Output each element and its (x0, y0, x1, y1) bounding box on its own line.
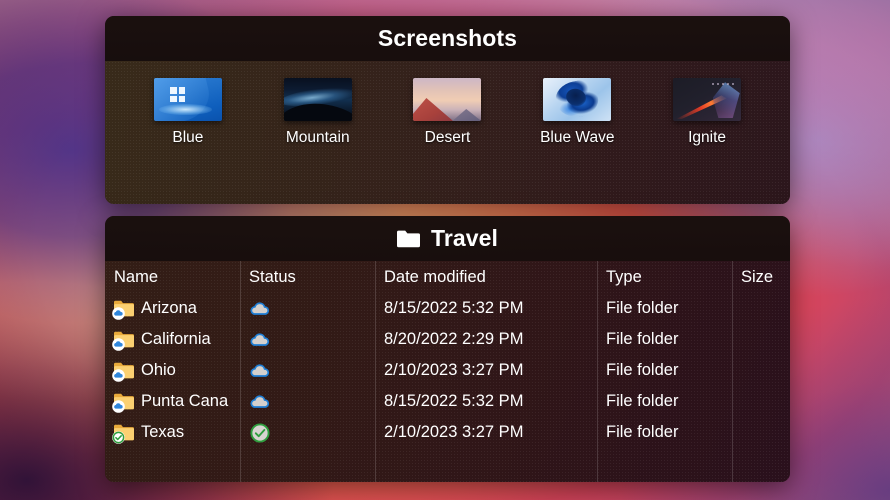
file-name-text: Ohio (141, 361, 176, 379)
thumbnail-item-ignite[interactable]: Ignite (642, 78, 772, 204)
file-name-text: California (141, 330, 211, 348)
file-name-text: Texas (141, 423, 185, 441)
column-header-status[interactable]: Status (240, 261, 375, 293)
table-row[interactable]: Ohio 2/10/2023 3:27 PM File folder (105, 355, 790, 386)
file-list-container: Name Status Date modified Type Size Ariz… (105, 261, 790, 482)
thumbnail-label: Blue Wave (540, 129, 615, 146)
cell-status (240, 386, 375, 417)
cloud-icon (249, 329, 271, 351)
thumbnail-row: Blue Mountain Desert Blue Wave Ignite (105, 61, 790, 204)
travel-panel-title: Travel (105, 216, 790, 261)
cell-date-modified: 2/10/2023 3:27 PM (384, 361, 524, 379)
cell-date-modified: 2/10/2023 3:27 PM (384, 423, 524, 441)
cell-size (732, 417, 790, 448)
blue-thumbnail-image[interactable] (153, 78, 222, 121)
green-check-icon (249, 422, 271, 444)
cell-type: File folder (606, 361, 679, 379)
table-row[interactable]: California 8/20/2022 2:29 PM File folder (105, 324, 790, 355)
screenshots-panel-title: Screenshots (105, 16, 790, 61)
check-badge-icon (112, 431, 125, 444)
thumbnail-item-mountain[interactable]: Mountain (253, 78, 383, 204)
column-header-type[interactable]: Type (597, 261, 732, 293)
column-header-date-modified[interactable]: Date modified (375, 261, 597, 293)
cell-type: File folder (606, 299, 679, 317)
cloud-icon (249, 360, 271, 382)
cloud-badge-icon (112, 338, 125, 351)
thumbnail-label: Ignite (688, 129, 727, 146)
ignite-thumbnail-image[interactable] (673, 78, 742, 121)
cell-date-modified: 8/15/2022 5:32 PM (384, 392, 524, 410)
cell-date-modified: 8/15/2022 5:32 PM (384, 299, 524, 317)
folder-icon (112, 393, 134, 413)
folder-icon (112, 300, 134, 320)
cloud-badge-icon (112, 369, 125, 382)
table-row[interactable]: Punta Cana 8/15/2022 5:32 PM File folder (105, 386, 790, 417)
cell-status (240, 324, 375, 355)
folder-icon (396, 230, 420, 248)
cell-name[interactable]: California (105, 324, 240, 355)
cell-type: File folder (606, 423, 679, 441)
cloud-icon (249, 298, 271, 320)
cell-size (732, 324, 790, 355)
thumbnail-label: Blue (172, 129, 204, 146)
screenshots-panel-body: Blue Mountain Desert Blue Wave Ignite (105, 61, 790, 204)
thumbnail-item-blue[interactable]: Blue (123, 78, 253, 204)
folder-icon (112, 362, 134, 382)
cell-status (240, 293, 375, 324)
desert-thumbnail-image[interactable] (413, 78, 482, 121)
sparkle-dots-icon (712, 82, 735, 85)
folder-icon (112, 331, 134, 351)
cell-status (240, 417, 375, 448)
cell-name[interactable]: Punta Cana (105, 386, 240, 417)
thumbnail-item-blue-wave[interactable]: Blue Wave (512, 78, 642, 204)
travel-panel: Travel Name Status Date modified Type Si… (105, 216, 790, 482)
column-header-name[interactable]: Name (105, 261, 240, 293)
screenshots-title-text: Screenshots (377, 25, 518, 51)
windows-logo-icon (170, 87, 186, 103)
file-list-table: Name Status Date modified Type Size Ariz… (105, 261, 790, 448)
blue-wave-thumbnail-image[interactable] (543, 78, 612, 121)
cell-type: File folder (606, 392, 679, 410)
cell-status (240, 355, 375, 386)
cell-name[interactable]: Arizona (105, 293, 240, 324)
file-name-text: Punta Cana (141, 392, 229, 410)
mountain-thumbnail-image[interactable] (283, 78, 352, 121)
cloud-icon (249, 391, 271, 413)
column-header-size[interactable]: Size (732, 261, 790, 293)
cell-type: File folder (606, 330, 679, 348)
thumbnail-label: Desert (424, 129, 471, 146)
cloud-badge-icon (112, 400, 125, 413)
table-row[interactable]: Arizona 8/15/2022 5:32 PM File folder (105, 293, 790, 324)
table-row[interactable]: Texas 2/10/2023 3:27 PM File folder (105, 417, 790, 448)
file-name-text: Arizona (141, 299, 197, 317)
cell-size (732, 386, 790, 417)
table-header-row: Name Status Date modified Type Size (105, 261, 790, 293)
cell-size (732, 293, 790, 324)
screenshots-panel: Screenshots Blue Mountain Desert Blue Wa… (105, 16, 790, 204)
thumbnail-item-desert[interactable]: Desert (383, 78, 513, 204)
cell-size (732, 355, 790, 386)
cell-name[interactable]: Texas (105, 417, 240, 448)
cell-name[interactable]: Ohio (105, 355, 240, 386)
cell-date-modified: 8/20/2022 2:29 PM (384, 330, 524, 348)
thumbnail-label: Mountain (285, 129, 350, 146)
cloud-badge-icon (112, 307, 125, 320)
travel-title-text: Travel (430, 225, 499, 251)
desktop-root: Screenshots Blue Mountain Desert Blue Wa… (0, 0, 890, 500)
folder-icon (112, 424, 134, 444)
travel-panel-body: Name Status Date modified Type Size Ariz… (105, 261, 790, 482)
